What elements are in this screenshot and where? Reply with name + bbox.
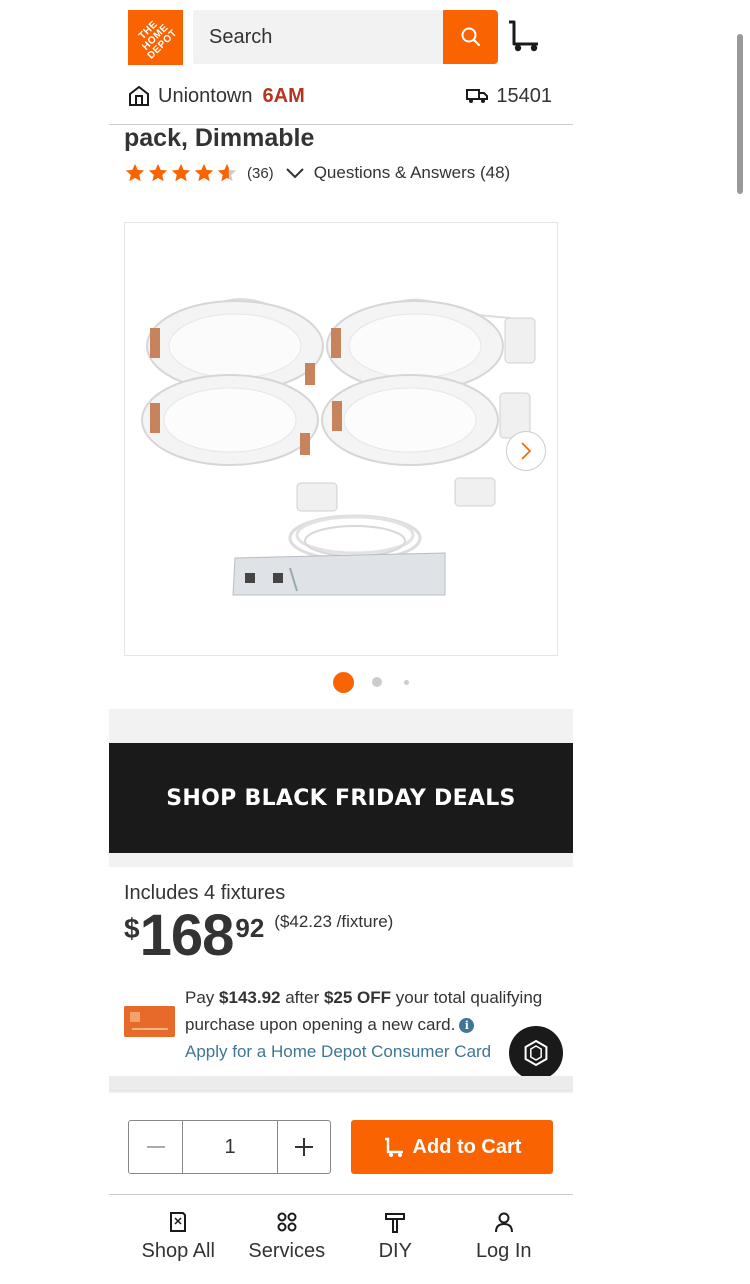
divider-shadow xyxy=(109,1090,573,1094)
nav-log-in[interactable]: Log In xyxy=(450,1210,559,1270)
diy-icon xyxy=(385,1213,406,1233)
nav-shop-all[interactable]: Shop All xyxy=(124,1210,233,1270)
store-row[interactable]: Uniontown 6AM 15401 xyxy=(128,82,552,110)
chat-icon xyxy=(524,1039,548,1067)
cart-icon xyxy=(384,1137,403,1157)
chevron-right-icon xyxy=(521,442,532,460)
pay-amount: $143.92 xyxy=(219,988,281,1007)
section-spacer xyxy=(109,709,573,743)
product-photo xyxy=(141,298,536,596)
delivery-zip[interactable]: 15401 xyxy=(466,82,552,110)
pay-prefix: Pay xyxy=(185,988,220,1007)
home-depot-logo[interactable]: THE HOME DEPOT xyxy=(128,10,183,65)
star-rating[interactable] xyxy=(124,162,239,184)
search-button[interactable] xyxy=(443,10,498,64)
discount-amount: $25 OFF xyxy=(323,988,392,1007)
section-spacer xyxy=(109,1076,573,1090)
star-full-icon xyxy=(171,163,191,182)
product-image[interactable] xyxy=(124,222,558,656)
nav-label: Shop All xyxy=(141,1240,215,1262)
carousel-dots[interactable] xyxy=(333,671,409,693)
chevron-down-icon[interactable] xyxy=(284,162,306,184)
product-title: pack, Dimmable xyxy=(124,124,315,152)
price-cents: 92 xyxy=(235,913,265,943)
add-to-cart-button[interactable]: Add to Cart xyxy=(351,1120,553,1174)
questions-answers-link[interactable]: Questions & Answers (48) xyxy=(314,163,511,183)
cart-icon[interactable] xyxy=(506,18,542,54)
rating-row[interactable]: (36) Questions & Answers (48) xyxy=(124,160,510,186)
footer-divider xyxy=(109,1194,573,1195)
search-icon xyxy=(461,27,480,47)
credit-card-icon xyxy=(124,1006,175,1037)
star-full-icon xyxy=(148,163,168,182)
price: $ 168 92 ($42.23 /fixture) xyxy=(124,905,393,967)
section-spacer xyxy=(109,853,573,867)
after-text: after xyxy=(280,988,324,1007)
quantity-increase-button[interactable] xyxy=(277,1121,330,1173)
nav-services[interactable]: Services xyxy=(233,1210,342,1270)
nav-diy[interactable]: DIY xyxy=(341,1210,450,1270)
carousel-dot-3[interactable] xyxy=(404,679,409,685)
black-friday-banner[interactable]: SHOP BLACK FRIDAY DEALS xyxy=(109,743,573,853)
services-icon xyxy=(277,1212,297,1232)
price-dollars: 168 xyxy=(139,903,235,968)
info-icon[interactable]: i xyxy=(459,1018,475,1033)
card-offer-text: Pay $143.92 after $25 OFF your total qua… xyxy=(185,984,565,1065)
truck-icon xyxy=(466,89,489,103)
unit-price: ($42.23 /fixture) xyxy=(274,912,394,931)
bottom-nav: Shop All Services DIY Log In xyxy=(124,1210,558,1270)
minus-icon xyxy=(146,1146,165,1148)
search-bar[interactable] xyxy=(193,10,443,64)
nav-label: Log In xyxy=(475,1240,532,1262)
search-input[interactable] xyxy=(209,25,429,49)
shop-all-icon xyxy=(170,1212,187,1232)
store-name[interactable]: Uniontown xyxy=(158,85,253,108)
quantity-input[interactable] xyxy=(183,1121,277,1173)
quantity-stepper[interactable] xyxy=(128,1120,331,1174)
carousel-next-button[interactable] xyxy=(506,431,546,471)
nav-label: DIY xyxy=(378,1240,412,1262)
chat-button[interactable] xyxy=(509,1026,563,1080)
credit-card-image xyxy=(124,1006,175,1037)
apply-card-link[interactable]: Apply for a Home Depot Consumer Card xyxy=(185,1042,491,1061)
includes-text: Includes 4 fixtures xyxy=(124,882,286,904)
price-currency: $ xyxy=(124,913,140,944)
review-count[interactable]: (36) xyxy=(247,165,274,182)
plus-icon xyxy=(295,1138,313,1156)
carousel-dot-2[interactable] xyxy=(372,677,382,687)
nav-label: Services xyxy=(248,1240,326,1262)
page-scrollbar[interactable] xyxy=(737,34,743,194)
star-full-icon xyxy=(194,163,214,182)
store-time: 6AM xyxy=(262,84,305,107)
zip-code: 15401 xyxy=(496,84,552,107)
add-to-cart-label: Add to Cart xyxy=(412,1135,522,1158)
user-icon xyxy=(494,1212,513,1233)
quantity-decrease-button[interactable] xyxy=(129,1121,183,1173)
logo-text: THE HOME DEPOT xyxy=(136,18,180,62)
star-full-icon xyxy=(125,163,145,182)
star-half-icon xyxy=(217,163,237,182)
store-icon xyxy=(129,85,149,106)
black-friday-label: SHOP BLACK FRIDAY DEALS xyxy=(166,785,516,811)
carousel-dot-1[interactable] xyxy=(333,671,354,693)
